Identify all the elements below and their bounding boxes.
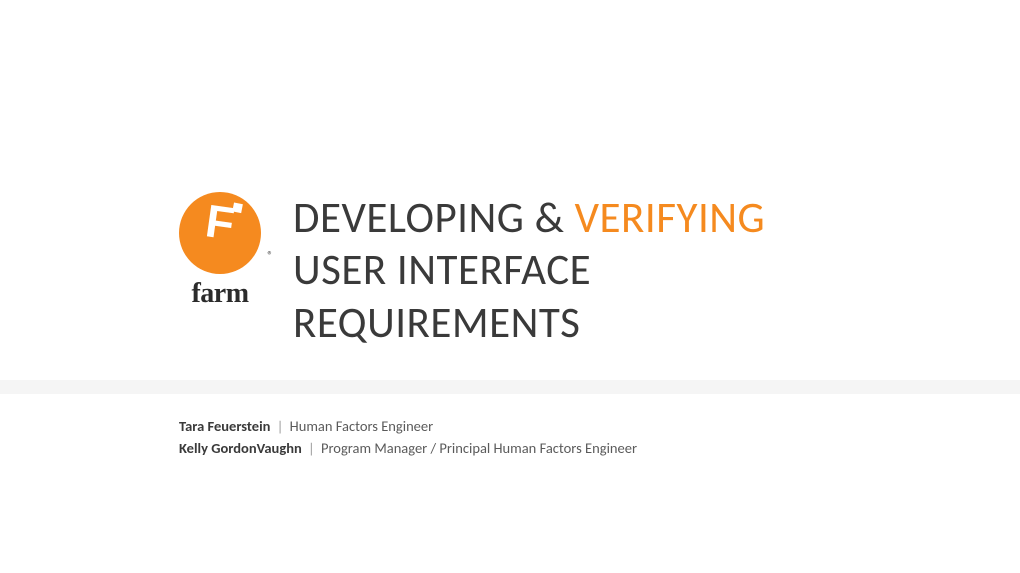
brand-logo-letter: F xyxy=(203,197,237,246)
author-name: Kelly GordonVaughn xyxy=(179,439,302,457)
slide: F ® farm DEVELOPING & VERIFYING USER INT… xyxy=(0,0,1020,573)
author-line: Tara Feuerstein | Human Factors Engineer xyxy=(179,415,637,437)
brand-logo-circle: F ® xyxy=(179,192,261,274)
registered-mark-icon: ® xyxy=(267,249,273,262)
hero-row: F ® farm DEVELOPING & VERIFYING USER INT… xyxy=(179,192,765,349)
author-separator: | xyxy=(273,417,286,435)
author-role: Program Manager / Principal Human Factor… xyxy=(321,439,637,457)
slide-title: DEVELOPING & VERIFYING USER INTERFACE RE… xyxy=(293,192,765,349)
author-separator: | xyxy=(305,439,318,457)
title-line-2: USER INTERFACE xyxy=(293,243,591,296)
brand-wordmark: farm xyxy=(191,278,248,310)
title-line-3: REQUIREMENTS xyxy=(293,296,580,349)
title-part-developing: DEVELOPING & xyxy=(293,191,575,244)
divider-bar xyxy=(0,380,1020,394)
author-line: Kelly GordonVaughn | Program Manager / P… xyxy=(179,437,637,459)
author-role: Human Factors Engineer xyxy=(290,417,434,435)
author-block: Tara Feuerstein | Human Factors Engineer… xyxy=(179,415,637,460)
title-part-verifying: VERIFYING xyxy=(575,191,766,244)
brand-logo: F ® farm xyxy=(179,192,261,310)
author-name: Tara Feuerstein xyxy=(179,417,270,435)
